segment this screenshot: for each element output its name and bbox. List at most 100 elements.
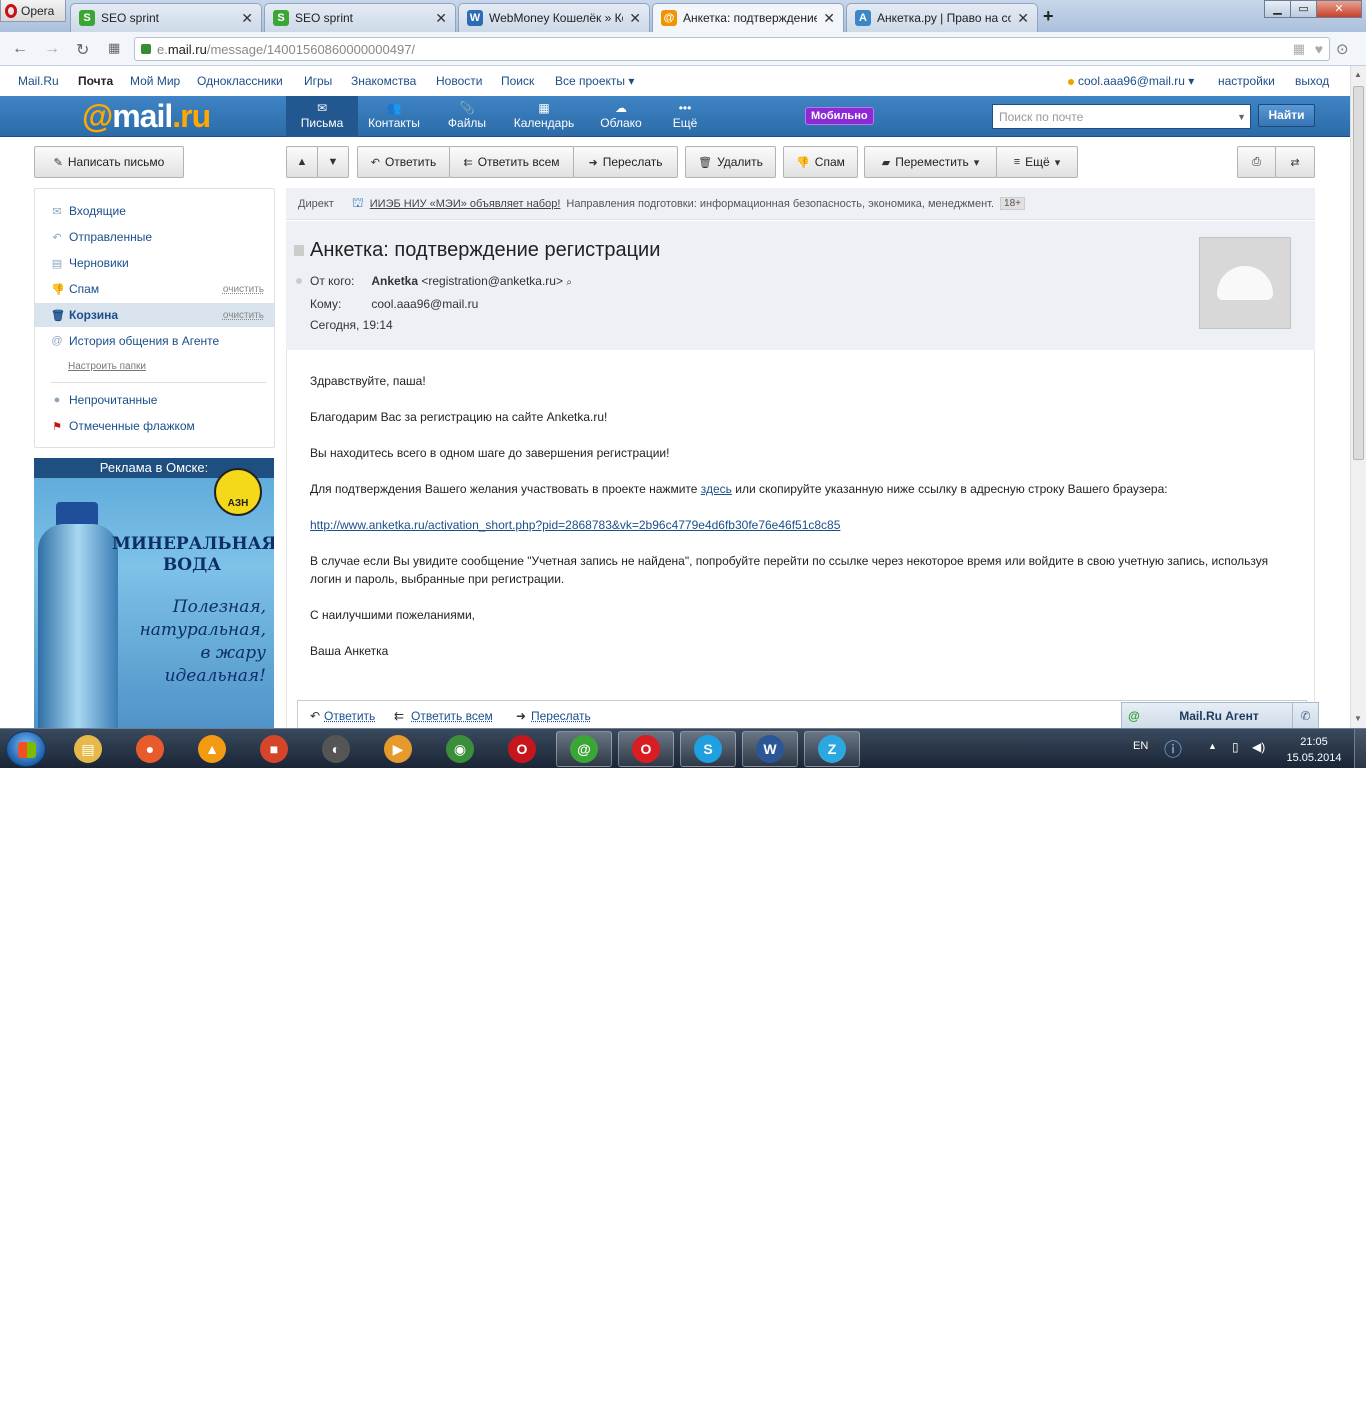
show-hidden-icons-icon[interactable]: ▲ bbox=[1208, 741, 1217, 751]
mail-search-input[interactable]: Поиск по почте ▼ bbox=[992, 104, 1251, 129]
taskbar-app-chrome[interactable]: ◉ bbox=[432, 731, 488, 767]
configure-folders-link[interactable]: Настроить папки bbox=[68, 361, 146, 372]
translate-button[interactable]: ⇄ bbox=[1275, 146, 1315, 178]
activation-link[interactable]: http://www.anketka.ru/activation_short.p… bbox=[310, 518, 840, 532]
reply-button[interactable]: ↶ Ответить bbox=[357, 146, 450, 178]
opera-menu-button[interactable]: Opera bbox=[0, 0, 66, 22]
tab-close-icon[interactable]: ✕ bbox=[435, 10, 447, 27]
system-clock[interactable]: 21:05 15.05.2014 bbox=[1284, 734, 1344, 766]
portal-link-my-world[interactable]: Мой Мир bbox=[130, 74, 180, 88]
tab-close-icon[interactable]: ✕ bbox=[1017, 10, 1029, 27]
search-button[interactable]: Найти bbox=[1258, 104, 1315, 127]
sender-name[interactable]: Anketka bbox=[371, 274, 418, 288]
taskbar-app-steam[interactable]: ◐ bbox=[308, 731, 364, 767]
url-field[interactable]: e. mail.ru/message/14001560860000000497/ … bbox=[134, 37, 1330, 61]
taskbar-app-explorer[interactable]: ▤ bbox=[60, 731, 116, 767]
forward-button[interactable]: ➜ Переслать bbox=[573, 146, 678, 178]
phone-icon[interactable]: ✆ bbox=[1292, 703, 1318, 729]
settings-link[interactable]: настройки bbox=[1218, 74, 1275, 88]
nav-more[interactable]: ••• Ещё bbox=[649, 96, 721, 137]
taskbar-app-word[interactable]: W bbox=[742, 731, 798, 767]
folder-agent-history[interactable]: @ История общения в Агенте bbox=[35, 329, 274, 353]
quick-reply-link[interactable]: Ответить bbox=[324, 709, 375, 723]
quick-reply-all-link[interactable]: Ответить всем bbox=[411, 709, 493, 723]
taskbar-app-opera[interactable]: O bbox=[618, 731, 674, 767]
spam-button[interactable]: 👎 Спам bbox=[783, 146, 858, 178]
recipient-email[interactable]: cool.aaa96@mail.ru bbox=[371, 297, 478, 311]
language-indicator[interactable]: EN bbox=[1133, 740, 1148, 752]
clear-spam-link[interactable]: очистить bbox=[223, 284, 264, 295]
prev-message-button[interactable]: ▲ bbox=[286, 146, 318, 178]
start-button[interactable] bbox=[6, 731, 46, 767]
portal-link-mailru[interactable]: Mail.Ru bbox=[18, 74, 59, 88]
browser-tab-1[interactable]: S SEO sprint ✕ bbox=[70, 3, 262, 32]
nav-letters[interactable]: ✉ Письма bbox=[286, 96, 358, 137]
folder-trash[interactable]: 🗑 Корзина очистить bbox=[35, 303, 274, 327]
sender-email[interactable]: <registration@anketka.ru> bbox=[421, 274, 563, 288]
reload-icon[interactable]: ↻ bbox=[76, 40, 89, 60]
minimize-icon[interactable]: ▁ bbox=[1264, 0, 1291, 18]
filter-flagged[interactable]: ⚑ Отмеченные флажком bbox=[35, 414, 274, 438]
bookmark-heart-icon[interactable]: ♥ bbox=[1315, 41, 1323, 57]
scroll-up-icon[interactable]: ▲ bbox=[1354, 70, 1362, 79]
taskbar-app-aimp[interactable]: ▲ bbox=[184, 731, 240, 767]
tab-close-icon[interactable]: ✕ bbox=[823, 10, 835, 27]
nav-calendar[interactable]: ▦ Календарь bbox=[508, 96, 580, 137]
taskbar-app-media-player[interactable]: ▶ bbox=[370, 731, 426, 767]
window-close-icon[interactable]: ✕ bbox=[1316, 0, 1362, 18]
logout-link[interactable]: выход bbox=[1295, 74, 1329, 88]
user-email-menu[interactable]: cool.aaa96@mail.ru ▾ bbox=[1078, 74, 1194, 88]
portal-link-all-projects[interactable]: Все проекты ▾ bbox=[555, 74, 634, 88]
move-button[interactable]: ▰ Переместить ▾ bbox=[864, 146, 997, 178]
view-toggle-icon[interactable]: ▦ bbox=[1293, 41, 1305, 57]
confirm-here-link[interactable]: здесь bbox=[701, 482, 732, 496]
scroll-down-icon[interactable]: ▼ bbox=[1354, 714, 1362, 723]
download-icon[interactable]: ⊙ bbox=[1336, 40, 1349, 58]
quick-forward-link[interactable]: Переслать bbox=[531, 709, 591, 723]
print-button[interactable]: ⎙ bbox=[1237, 146, 1276, 178]
read-status-icon[interactable] bbox=[296, 278, 302, 284]
new-tab-icon[interactable]: + bbox=[1043, 6, 1054, 27]
volume-icon[interactable]: ◀) bbox=[1252, 740, 1265, 754]
tab-close-icon[interactable]: ✕ bbox=[629, 10, 641, 27]
folder-spam[interactable]: 👎 Спам очистить bbox=[35, 277, 274, 301]
reply-all-button[interactable]: ⇇ Ответить всем bbox=[449, 146, 574, 178]
search-dropdown-icon[interactable]: ▼ bbox=[1237, 112, 1246, 122]
message-flag-icon[interactable] bbox=[294, 245, 304, 256]
browser-tab-4-active[interactable]: @ Анкетка: подтверждение р ✕ bbox=[652, 3, 844, 32]
nav-contacts[interactable]: 👥 Контакты bbox=[358, 96, 430, 137]
portal-link-mail[interactable]: Почта bbox=[78, 74, 113, 88]
show-desktop-button[interactable] bbox=[1354, 729, 1366, 768]
mail-agent-panel[interactable]: @ Mail.Ru Агент ✆ bbox=[1121, 702, 1319, 730]
browser-tab-3[interactable]: W WebMoney Кошелёк » Ко ✕ bbox=[458, 3, 650, 32]
portal-link-odnoklassniki[interactable]: Одноклассники bbox=[197, 74, 283, 88]
maximize-icon[interactable]: ▭ bbox=[1290, 0, 1317, 18]
browser-tab-5[interactable]: A Анкетка.ру | Право на со ✕ bbox=[846, 3, 1038, 32]
sender-search-icon[interactable]: ⌕ bbox=[566, 277, 572, 288]
folder-inbox[interactable]: ✉ Входящие bbox=[35, 199, 274, 223]
info-icon[interactable]: ⓘ bbox=[1164, 736, 1182, 762]
battery-icon[interactable]: ▯ bbox=[1232, 740, 1239, 754]
portal-link-dating[interactable]: Знакомства bbox=[351, 74, 416, 88]
nav-cloud[interactable]: ☁ Облако bbox=[585, 96, 657, 137]
speed-dial-icon[interactable]: ▦ bbox=[108, 40, 120, 56]
taskbar-app-avg[interactable]: ■ bbox=[246, 731, 302, 767]
nav-files[interactable]: 📎 Файлы bbox=[431, 96, 503, 137]
delete-button[interactable]: 🗑 Удалить bbox=[685, 146, 776, 178]
page-scrollbar[interactable]: ▲ ▼ bbox=[1350, 66, 1366, 728]
taskbar-app-zona[interactable]: Z bbox=[804, 731, 860, 767]
taskbar-app-opera-next[interactable]: O bbox=[494, 731, 550, 767]
taskbar-app-skype[interactable]: S bbox=[680, 731, 736, 767]
filter-unread[interactable]: ● Непрочитанные bbox=[35, 388, 274, 412]
forward-icon[interactable]: → bbox=[44, 40, 60, 58]
taskbar-app-yandex-browser[interactable]: ● bbox=[122, 731, 178, 767]
folder-drafts[interactable]: ▤ Черновики bbox=[35, 251, 274, 275]
compose-button[interactable]: ✎ Написать письмо bbox=[34, 146, 184, 178]
mailru-logo[interactable]: @mail.ru bbox=[82, 98, 211, 135]
taskbar-app-mail-agent[interactable]: @ bbox=[556, 731, 612, 767]
more-button[interactable]: ≡ Ещё ▾ bbox=[996, 146, 1078, 178]
portal-link-search[interactable]: Поиск bbox=[501, 74, 534, 88]
next-message-button[interactable]: ▼ bbox=[317, 146, 349, 178]
back-icon[interactable]: ← bbox=[12, 40, 28, 58]
clear-trash-link[interactable]: очистить bbox=[223, 310, 264, 321]
